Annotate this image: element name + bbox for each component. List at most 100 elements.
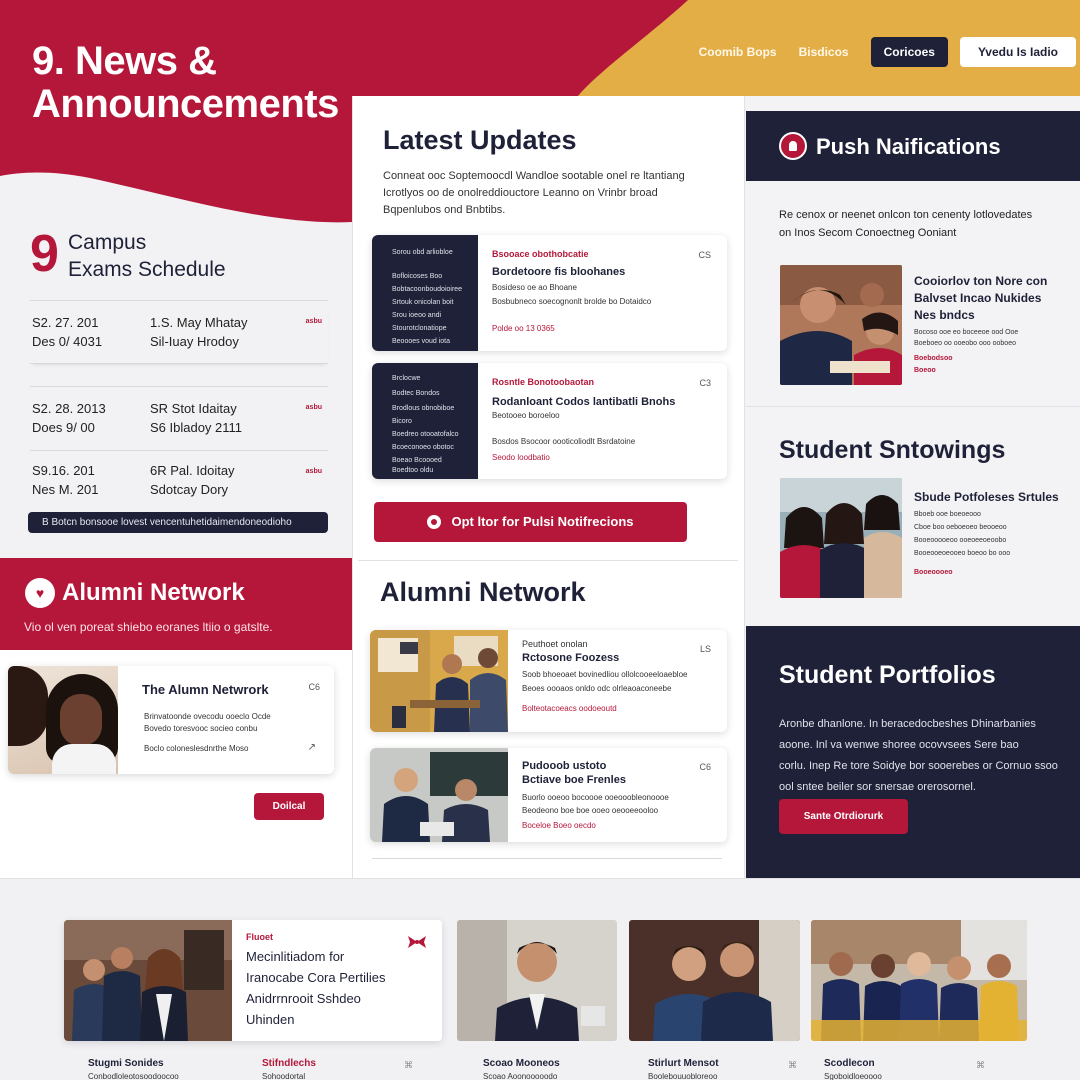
exam-row[interactable]: S9.16. 201 Nes M. 201 6R Pal. Idoitay Sd… — [30, 450, 328, 506]
exams-number: 9 — [30, 225, 59, 283]
nav-link-2[interactable]: Bisdicos — [799, 45, 849, 59]
alumni-card-line: Boclo coloneslesdnrthe Moso — [144, 744, 249, 753]
exam-row[interactable]: S2. 27. 201 Des 0/ 4031 1.S. May Mhatay … — [30, 300, 328, 364]
students-group-photo — [64, 920, 232, 1041]
sidebar-line: Stourotclonatiope — [392, 325, 447, 332]
update-card-heading: Bordetoore fis bloohanes — [492, 266, 626, 278]
exam-tag[interactable]: asbu — [306, 468, 322, 475]
exam-time: SR Stot Idaitay — [150, 401, 237, 416]
exams-title-line2: Exams Schedule — [68, 258, 226, 281]
header-dark-button[interactable]: Coricoes — [870, 37, 948, 67]
push-card-line: Bocoso ooe eo boceeoe ood Ooe — [914, 329, 1019, 336]
divider — [372, 858, 722, 859]
opt-in-push-notifications-button[interactable]: Opt ltor for Pulsi Notifrecions — [374, 502, 687, 542]
exam-tag[interactable]: asbu — [306, 404, 322, 411]
tag-icon[interactable]: ⌘ — [976, 1060, 985, 1071]
header-white-button[interactable]: Yvedu Is Iadio — [959, 37, 1076, 67]
featured-card-line: Iranocabe Cora Pertilies — [246, 970, 386, 985]
alumni-network-card[interactable]: Pudooob ustoto Bctiave boe Frenles Buorl… — [370, 748, 727, 842]
push-card-line: Boeboeo oo ooeobo ooo ooboeo — [914, 340, 1016, 347]
sidebar-line: Bofloicoses Boo — [392, 273, 443, 280]
alumni-card-number: C6 — [308, 682, 320, 692]
opt-in-button-label: Opt ltor for Pulsi Notifrecions — [451, 514, 634, 529]
alumni-network-card-line: Soob bhoeoaet bovinedliou ollolcooeeloae… — [522, 670, 688, 679]
exam-date-secondary: Does 9/ 00 — [32, 420, 95, 435]
page-title-line2: Announcements — [32, 82, 339, 126]
alumni-network-card-label: Pudooob ustoto — [522, 760, 607, 772]
alumni-network-card[interactable]: Peuthoet onolan Rctosone Foozess Soob bh… — [370, 630, 727, 732]
sidebar-line: Srtouk onicolan boit — [392, 299, 454, 306]
gallery-caption-sub: Conbodloleotosoodoocoo — [88, 1072, 179, 1080]
exam-row[interactable]: S2. 28. 2013 Does 9/ 00 SR Stot Idaitay … — [30, 386, 328, 446]
alumni-card-title: The Alumn Netwrork — [142, 682, 269, 697]
description-line: corlu. Inep Re tore Soidye bor sooerebes… — [779, 760, 1058, 772]
alumni-network-subtitle: Vio ol ven poreat shiebo eoranes ltiio o… — [24, 620, 273, 634]
push-card-title-line: Cooiorlov ton Nore con — [914, 274, 1048, 288]
push-card-link[interactable]: Boeoo — [914, 367, 936, 374]
gallery-caption-title: Scodlecon — [824, 1058, 875, 1069]
student-portfolios-button[interactable]: Sante Otrdiorurk — [779, 799, 908, 834]
sidebar-line: Brclocwe — [392, 375, 421, 382]
exam-time-secondary: S6 Ibladoy 2111 — [150, 420, 243, 435]
students-team-photo[interactable] — [811, 920, 1027, 1041]
sidebar-line: Brodlous obnobiboe — [392, 405, 455, 412]
featured-card-line: Mecinlitiadom for — [246, 949, 345, 964]
alumni-network-card-number: C6 — [699, 762, 711, 772]
alumni-photo — [8, 666, 118, 774]
exams-info-bar[interactable]: B Botcn bonsooe lovest vencentuhetidaime… — [28, 512, 328, 533]
exam-time: 6R Pal. Idoitay — [150, 463, 235, 478]
sidebar-line: Beoooes voud iota — [392, 338, 450, 345]
tag-icon[interactable]: ⌘ — [788, 1060, 797, 1071]
alumni-network-card-heading: Bctiave boe Frenles — [522, 774, 626, 786]
showings-card-line: Booeooeoeooeo boeoo bo ooo — [914, 550, 1011, 557]
push-card-title-line: Nes bndcs — [914, 308, 975, 322]
alumni-network-card-line: Beoes oooaos onldo odc olrleaoaconeebe — [522, 684, 672, 693]
showings-card-title: Sbude Potfoleses Srtules — [914, 490, 1059, 504]
update-card-category: Rosntle Bonotoobaotan — [492, 377, 594, 387]
sidebar-line: Sorou obd arliobloe — [392, 249, 453, 256]
featured-card-tag: Fluoet — [246, 932, 273, 942]
tag-icon[interactable]: ⌘ — [404, 1060, 413, 1071]
push-notifications-title: Push Naifications — [816, 134, 1001, 159]
alumni-card-line: Brinvatoonde ovecodu ooeclo Ocde — [144, 712, 271, 721]
student-portrait-photo[interactable] — [457, 920, 617, 1041]
update-card-category: Bsooace obothobcatie — [492, 249, 589, 259]
arrow-icon[interactable]: ↗ — [308, 742, 316, 753]
alumni-network-card-link[interactable]: Boceloe Boeo oecdo — [522, 821, 596, 830]
page-title-line1: 9. News & — [32, 39, 217, 83]
showings-card-link[interactable]: Booeoooeo — [914, 569, 953, 576]
alumni-details-button[interactable]: Doilcal — [254, 793, 324, 820]
featured-card-line: Uhinden — [246, 1012, 295, 1027]
update-card-line: Bosideso oe ao Bhoane — [492, 283, 577, 292]
alumni-network-title: Alumni Network — [62, 579, 245, 606]
showings-card-line: Cboe boo oeboeoeo beooeoo — [914, 524, 1007, 531]
update-card-heading: Rodanloant Codos lantibatli Bnohs — [492, 396, 676, 408]
update-card[interactable]: Sorou obd arliobloe Bofloicoses Boo Bobt… — [372, 235, 727, 351]
exams-title: Campus Exams Schedule — [68, 229, 226, 283]
nav-link-1[interactable]: Coomib Bops — [699, 45, 777, 59]
alumni-network-card-number: LS — [699, 644, 711, 654]
update-card[interactable]: Brclocwe Bodtec Bondos Brodlous obnobibo… — [372, 363, 727, 479]
alumni-network-card-link[interactable]: Bolteotacoeacs oodoeoutd — [522, 704, 617, 713]
exam-time-secondary: Sil-Iuay Hrodoy — [150, 334, 239, 349]
divider — [358, 560, 738, 561]
gallery-caption-title: Stirlurt Mensot — [648, 1058, 719, 1069]
gallery-caption-sub: Sgoboidloeoooo — [824, 1072, 882, 1080]
radio-icon — [427, 514, 442, 529]
bow-icon[interactable] — [408, 936, 426, 948]
exam-time: 1.S. May Mhatay — [150, 315, 248, 330]
alumni-network-heading: Alumni Network — [380, 577, 586, 607]
alumni-card[interactable]: The Alumn Netwrork C6 Brinvatoonde oveco… — [8, 666, 334, 774]
exam-date: S2. 28. 2013 — [32, 401, 106, 416]
gallery-caption-sub: Boolebouuobloreoo — [648, 1072, 718, 1080]
update-card-line: Bosdos Bsocoor oooticoliodlt Bsrdatoine — [492, 437, 636, 446]
featured-card-line: Anidrrnrooit Sshdeo — [246, 991, 361, 1006]
description-line: Icrotlyos oo de onolreddiouctore Leanno … — [383, 187, 658, 199]
featured-card[interactable]: Fluoet Mecinlitiadom for Iranocabe Cora … — [64, 920, 442, 1041]
exam-tag[interactable]: asbu — [306, 318, 322, 325]
gallery-caption-title: Stifndlechs — [262, 1058, 316, 1069]
students-photo — [780, 265, 902, 385]
push-card-link[interactable]: Boebodsoo — [914, 355, 953, 362]
students-pair-photo[interactable] — [629, 920, 800, 1041]
top-navigation: Coomib Bops Bisdicos Coricoes Yvedu Is I… — [699, 37, 1080, 67]
